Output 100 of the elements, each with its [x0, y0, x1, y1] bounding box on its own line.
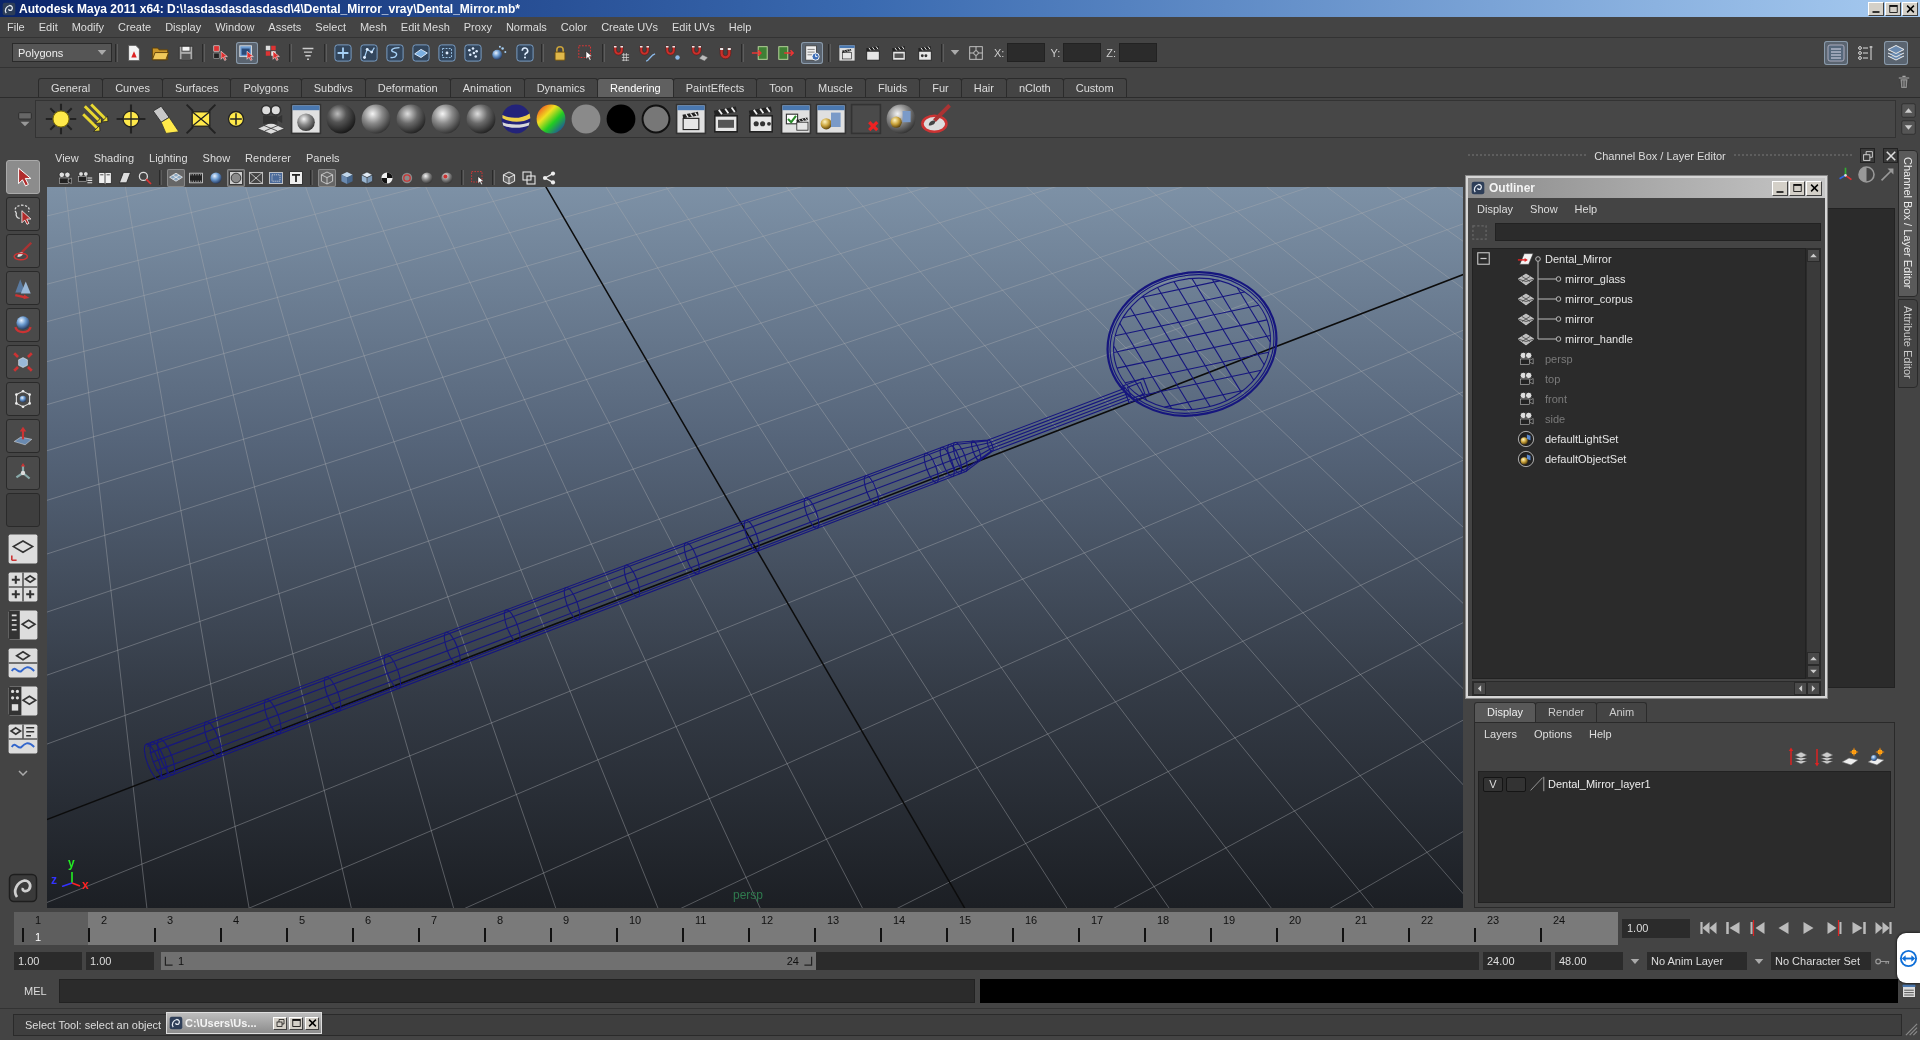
trash-icon[interactable] — [1896, 73, 1912, 91]
coordinate-field[interactable] — [1119, 43, 1157, 62]
range-handle-icon[interactable] — [802, 955, 814, 967]
layer-name[interactable]: Dental_Mirror_layer1 — [1548, 778, 1651, 790]
command-input-field[interactable] — [59, 979, 975, 1003]
menu-item[interactable]: Options — [1534, 728, 1572, 740]
range-handle-icon[interactable] — [163, 955, 175, 967]
menu-item[interactable]: Mesh — [359, 21, 387, 33]
layers-icon[interactable] — [1884, 40, 1908, 65]
page-clock-icon[interactable] — [801, 41, 823, 64]
remote-control-widget[interactable] — [1897, 933, 1920, 983]
mirror-wireframe-drawing[interactable] — [143, 271, 1278, 781]
menu-item[interactable]: Edit — [38, 21, 58, 33]
menu-item[interactable]: Color — [560, 21, 588, 33]
playback-start-field[interactable]: 1.00 — [86, 952, 154, 970]
curve-icon[interactable] — [384, 41, 406, 64]
menu-item[interactable]: Help — [1574, 203, 1598, 215]
lasso-cursor-icon[interactable] — [5, 197, 40, 231]
empty-swatch-icon[interactable] — [1529, 776, 1545, 792]
panel-menu-item[interactable]: Renderer — [245, 152, 291, 164]
anim-layer-field[interactable]: No Anim Layer — [1647, 952, 1747, 970]
outliner-item[interactable]: mirror — [1565, 313, 1594, 325]
menu-item[interactable]: Proxy — [463, 21, 492, 33]
menu-item[interactable]: Assets — [268, 21, 302, 33]
shapes-window-icon[interactable] — [815, 103, 847, 135]
film-camera-icon[interactable] — [56, 168, 74, 187]
menu-item[interactable]: Select — [315, 21, 346, 33]
flashlight-icon[interactable] — [150, 103, 182, 135]
command-language-label[interactable]: MEL — [24, 985, 59, 997]
key-icon[interactable] — [1875, 957, 1890, 965]
restore-button[interactable] — [273, 1016, 287, 1030]
menu-item[interactable]: Help — [1588, 728, 1612, 740]
dots-pane-icon[interactable] — [6, 685, 39, 717]
range-slider-bar[interactable]: 1 24 — [161, 952, 816, 970]
shelf-tab[interactable]: Rendering — [596, 78, 674, 97]
scroll-up-icon[interactable] — [1807, 249, 1820, 262]
menu-item[interactable]: Window — [215, 21, 255, 33]
panel-menu-item[interactable]: Show — [202, 152, 231, 164]
dots-icon[interactable] — [462, 41, 484, 64]
checklist-window-icon[interactable] — [780, 103, 812, 135]
layer-editor-tab[interactable]: Display — [1474, 702, 1537, 722]
menu-item[interactable]: Display — [165, 21, 202, 33]
maximize-button[interactable] — [1885, 1, 1901, 16]
sparkle-sheet-icon[interactable] — [1840, 747, 1860, 767]
vertical-scrollbar[interactable] — [1806, 248, 1821, 679]
layer-type-toggle[interactable] — [1506, 776, 1526, 792]
outliner-item[interactable]: mirror_corpus — [1565, 293, 1633, 305]
menu-item[interactable]: Create — [118, 21, 152, 33]
paintbrush-icon[interactable] — [920, 103, 952, 135]
shaded-shapes-icon[interactable] — [885, 103, 917, 135]
sphere-icon[interactable] — [430, 103, 462, 135]
panel-menu-item[interactable]: Shading — [93, 152, 135, 164]
sun-icon[interactable] — [45, 103, 77, 135]
float-button[interactable] — [1860, 148, 1875, 163]
arrow-cursor-icon[interactable] — [5, 160, 40, 194]
scroll-up-icon[interactable] — [1900, 103, 1916, 118]
cube-arrows-icon[interactable] — [5, 345, 40, 379]
ringed-circle-icon[interactable] — [640, 103, 672, 135]
script-editor-icon[interactable] — [1901, 983, 1917, 999]
menu-item[interactable]: Edit UVs — [672, 21, 715, 33]
scroll-right-icon[interactable] — [1807, 682, 1820, 695]
chevron-down-icon[interactable] — [17, 770, 28, 776]
dotted-frame-icon[interactable] — [436, 41, 458, 64]
wire-cube-icon[interactable] — [318, 168, 336, 187]
menu-set-dropdown[interactable]: Polygons — [12, 43, 112, 62]
maximize-button[interactable] — [1789, 180, 1805, 196]
sphere-icon[interactable] — [465, 103, 497, 135]
outliner-item[interactable]: mirror_glass — [1565, 273, 1626, 285]
list-window-icon[interactable] — [1824, 40, 1848, 65]
circle-frame-icon[interactable] — [227, 168, 245, 187]
overlapping-squares-icon[interactable] — [520, 168, 538, 187]
double-arrow-icon[interactable] — [1899, 948, 1918, 968]
layer-visibility-toggle[interactable]: V — [1483, 776, 1503, 792]
menu-item[interactable]: Modify — [71, 21, 105, 33]
caret-down-icon[interactable] — [1630, 957, 1640, 965]
single-pane-icon[interactable] — [6, 533, 39, 565]
coordinate-field[interactable] — [1007, 43, 1046, 62]
menu-item[interactable]: Help — [728, 21, 752, 33]
range-slider-track[interactable]: 1 24 — [161, 952, 1479, 970]
axis-tripod-icon[interactable] — [1837, 165, 1854, 183]
camera-grid-icon[interactable] — [255, 103, 287, 135]
caret-down-icon[interactable] — [1754, 957, 1764, 965]
crosshair-sun-icon[interactable] — [115, 103, 147, 135]
shelf-tab[interactable]: Polygons — [230, 78, 302, 97]
coordinate-field[interactable] — [1063, 43, 1102, 62]
side-tab[interactable]: Channel Box / Layer Editor — [1898, 150, 1918, 298]
rainbow-sphere-icon[interactable] — [535, 103, 567, 135]
node-graph-icon[interactable] — [358, 41, 380, 64]
scroll-down-icon[interactable] — [1807, 665, 1820, 678]
clapper-window-icon[interactable] — [675, 103, 707, 135]
playback-end-field[interactable]: 24.00 — [1483, 952, 1551, 970]
menu-item[interactable]: File — [7, 21, 25, 33]
list-pane-icon[interactable] — [6, 609, 39, 641]
rayed-square-icon[interactable] — [185, 103, 217, 135]
menu-item[interactable]: Normals — [505, 21, 547, 33]
question-mark-icon[interactable] — [514, 41, 536, 64]
collapse-icon[interactable] — [1477, 252, 1490, 265]
caret-down-icon[interactable] — [950, 49, 960, 56]
plus-icon[interactable] — [332, 41, 354, 64]
panel-menu-item[interactable]: Panels — [305, 152, 340, 164]
